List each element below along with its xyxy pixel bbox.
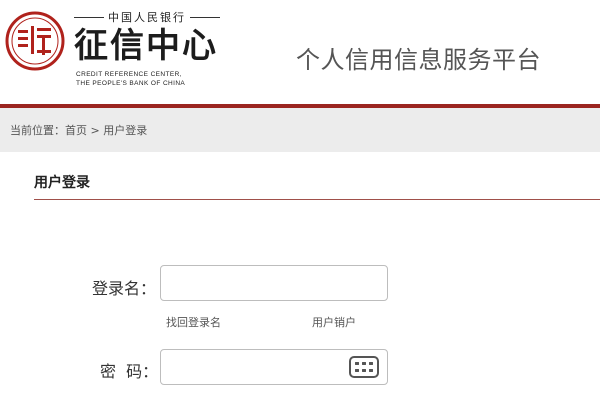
username-input[interactable]	[160, 265, 388, 301]
virtual-keyboard-icon[interactable]	[349, 356, 379, 378]
breadcrumb-current: 用户登录	[103, 124, 148, 137]
logo-en-line-1: CREDIT REFERENCE CENTER,	[76, 71, 182, 78]
logo-title: 征信中心	[74, 26, 218, 66]
platform-title: 个人信用信息服务平台	[296, 46, 541, 74]
breadcrumb-separator: >	[87, 124, 104, 137]
section-title: 用户登录	[34, 175, 90, 191]
logo-bank-name: 中国人民银行	[108, 11, 186, 24]
forgot-username-link[interactable]: 找回登录名	[166, 314, 221, 330]
username-label: 登录名：	[92, 279, 157, 298]
logo-english-name: CREDIT REFERENCE CENTER, THE PEOPLE'S BA…	[76, 70, 185, 88]
site-header: 中国人民银行 征信中心 CREDIT REFERENCE CENTER, THE…	[0, 0, 600, 108]
logo-en-line-2: THE PEOPLE'S BANK OF CHINA	[76, 80, 186, 87]
breadcrumb-home-link[interactable]: 首页	[65, 124, 87, 137]
breadcrumb: 当前位置：首页 > 用户登录	[10, 122, 147, 138]
logo-top-line: 中国人民银行	[74, 8, 220, 26]
section-divider	[34, 199, 600, 200]
pboc-seal-logo-icon	[5, 11, 65, 71]
breadcrumb-bar: 当前位置：首页 > 用户登录	[0, 108, 600, 152]
deregister-link[interactable]: 用户销户	[312, 314, 356, 330]
breadcrumb-prefix: 当前位置：	[10, 124, 65, 137]
password-label: 密 码：	[100, 362, 159, 381]
